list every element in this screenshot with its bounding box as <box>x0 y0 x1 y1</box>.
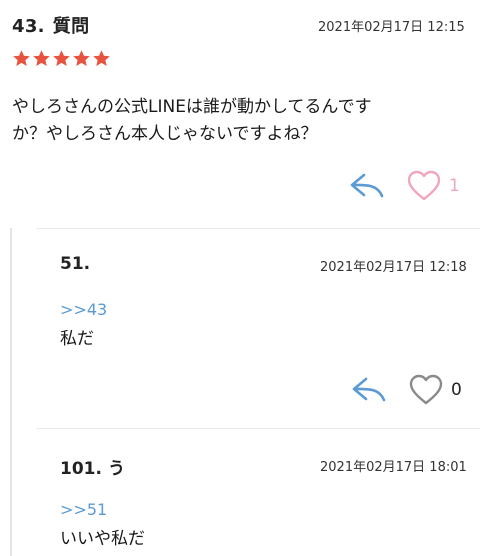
post-body: やしろさんの公式LINEは誰が動かしてるんです か？やしろさん本人じゃないですよ… <box>12 94 452 148</box>
reply-actions: 0 <box>351 374 462 406</box>
reply-anchor-link[interactable]: >>51 <box>60 500 107 519</box>
like-count: 1 <box>449 176 460 196</box>
reply-text: いいや私だ <box>60 529 145 549</box>
star-icon <box>52 49 71 68</box>
post-date: 2021年02月17日 12:15 <box>318 20 465 35</box>
reply-icon[interactable] <box>351 376 387 404</box>
post-body-line: やしろさんの公式LINEは誰が動かしてるんです <box>12 97 372 117</box>
like-count: 0 <box>451 380 462 400</box>
star-icon <box>92 49 111 68</box>
post-title-text: 質問 <box>52 16 90 37</box>
heart-icon[interactable] <box>409 374 443 406</box>
reply-anchor-link[interactable]: >>43 <box>60 300 107 319</box>
reply-thread: 51. 2021年02月17日 12:18 >>43 私だ 0 101. う 20… <box>10 228 480 556</box>
star-icon <box>12 49 31 68</box>
main-post: 43. 質問 2021年02月17日 12:15 やしろさんの公式LINEは誰が動… <box>0 0 480 228</box>
reply-name: う <box>107 459 125 479</box>
reply-text: 私だ <box>60 329 94 349</box>
star-icon <box>72 49 91 68</box>
star-icon <box>32 49 51 68</box>
reply-title: 101. う <box>60 454 125 479</box>
reply-icon[interactable] <box>349 172 385 200</box>
reply-date: 2021年02月17日 18:01 <box>320 460 467 475</box>
post-number: 43. <box>12 16 45 37</box>
post-actions: 1 <box>349 170 460 202</box>
reply-number: 101. <box>60 459 102 479</box>
star-rating <box>12 49 111 68</box>
divider <box>36 428 480 429</box>
post-body-line: か？やしろさん本人じゃないですよね？ <box>12 124 318 144</box>
reply-date: 2021年02月17日 12:18 <box>320 260 467 275</box>
reply-title: 51. <box>60 254 96 274</box>
reply-number: 51. <box>60 254 91 274</box>
post-title: 43. 質問 <box>12 12 89 38</box>
heart-icon[interactable] <box>407 170 441 202</box>
divider <box>36 228 480 229</box>
